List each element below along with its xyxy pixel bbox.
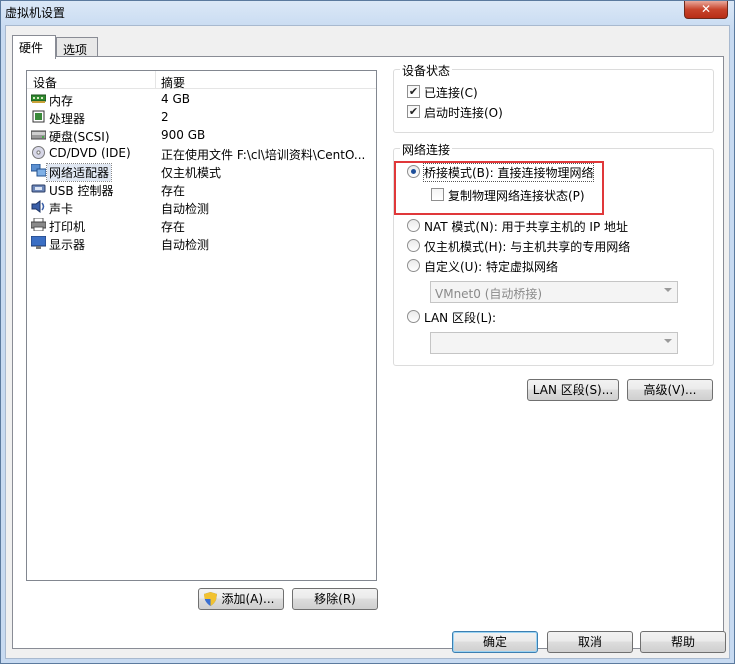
custom-radio[interactable]: [407, 259, 420, 272]
device-row-processor[interactable]: 处理器 2: [27, 108, 376, 126]
device-row-memory[interactable]: 内存 4 GB: [27, 90, 376, 108]
lan-segments-button[interactable]: LAN 区段(S)...: [527, 379, 619, 401]
device-summary: 存在: [161, 184, 186, 198]
device-summary: 仅主机模式: [161, 166, 222, 180]
title-bar: 虚拟机设置 ✕: [1, 1, 734, 25]
device-row-printer[interactable]: 打印机 存在: [27, 216, 376, 234]
cancel-button[interactable]: 取消: [547, 631, 633, 653]
connected-label[interactable]: 已连接(C): [424, 84, 478, 101]
sound-card-icon: [31, 200, 45, 213]
device-summary: 900 GB: [161, 128, 206, 142]
lan-segment-select[interactable]: [430, 332, 678, 354]
add-device-label: 添加(A)...: [221, 592, 275, 606]
chevron-down-icon: [664, 339, 672, 343]
device-name: CD/DVD (IDE): [49, 146, 131, 160]
device-name: 处理器: [49, 112, 86, 126]
highlight-box: [394, 161, 604, 215]
custom-network-select[interactable]: VMnet0 (自动桥接): [430, 281, 678, 303]
device-row-display[interactable]: 显示器 自动检测: [27, 234, 376, 252]
device-row-sound[interactable]: 声卡 自动检测: [27, 198, 376, 216]
device-summary: 自动检测: [161, 238, 210, 252]
lan-segment-radio[interactable]: [407, 310, 420, 323]
usb-icon: [31, 184, 46, 193]
column-header-summary[interactable]: 摘要: [161, 74, 185, 91]
printer-icon: [31, 218, 46, 231]
device-summary: 2: [161, 110, 169, 124]
device-summary: 自动检测: [161, 202, 210, 216]
device-row-cd-dvd[interactable]: CD/DVD (IDE) 正在使用文件 F:\cl\培训资料\CentO...: [27, 144, 376, 162]
harddisk-icon: [31, 130, 46, 140]
device-name: 网络适配器: [45, 163, 113, 182]
nat-radio[interactable]: [407, 219, 420, 232]
connect-on-start-checkbox[interactable]: ✔: [407, 105, 420, 118]
dialog-body: 硬件 选项 设备 摘要 内存 4 GB 处理器 2 硬盘(SCSI) 900 G…: [5, 25, 730, 659]
device-row-usb[interactable]: USB 控制器 存在: [27, 180, 376, 198]
device-list[interactable]: 设备 摘要 内存 4 GB 处理器 2 硬盘(SCSI) 900 GB CD/D…: [26, 70, 377, 581]
custom-label[interactable]: 自定义(U): 特定虚拟网络: [424, 258, 558, 275]
network-connection-title: 网络连接: [400, 141, 453, 158]
device-name: 硬盘(SCSI): [49, 130, 110, 144]
lan-segment-label[interactable]: LAN 区段(L):: [424, 309, 496, 326]
connected-checkbox[interactable]: ✔: [407, 85, 420, 98]
tab-hardware[interactable]: 硬件: [12, 35, 56, 59]
remove-device-button[interactable]: 移除(R): [292, 588, 378, 610]
connect-on-start-label[interactable]: 启动时连接(O): [424, 104, 503, 121]
device-row-network-adapter[interactable]: 网络适配器 仅主机模式: [27, 162, 376, 182]
tab-hardware-label: 硬件: [19, 41, 44, 55]
chevron-down-icon: [664, 288, 672, 292]
device-status-title: 设备状态: [400, 62, 453, 79]
list-header: 设备 摘要: [27, 71, 376, 91]
advanced-button[interactable]: 高级(V)...: [627, 379, 713, 401]
ok-button[interactable]: 确定: [452, 631, 538, 653]
close-button[interactable]: ✕: [684, 1, 728, 19]
device-status-group: 设备状态 ✔ 已连接(C) ✔ 启动时连接(O): [393, 62, 714, 133]
device-name: 声卡: [49, 202, 74, 216]
host-only-radio[interactable]: [407, 239, 420, 252]
host-only-label[interactable]: 仅主机模式(H): 与主机共享的专用网络: [424, 238, 630, 255]
network-adapter-icon: [31, 164, 46, 177]
device-summary: 存在: [161, 220, 186, 234]
column-header-device[interactable]: 设备: [33, 74, 57, 91]
memory-icon: [31, 94, 46, 103]
device-name: USB 控制器: [49, 184, 114, 198]
vm-settings-window: 虚拟机设置 ✕ 硬件 选项 设备 摘要 内存 4 GB 处理器 2 硬盘(SCS…: [0, 0, 735, 664]
add-device-button[interactable]: 添加(A)...: [198, 588, 284, 610]
tab-options-label: 选项: [63, 43, 88, 57]
custom-network-value: VMnet0 (自动桥接): [435, 287, 543, 301]
device-summary: 4 GB: [161, 92, 190, 106]
shield-icon: [204, 592, 217, 606]
nat-label[interactable]: NAT 模式(N): 用于共享主机的 IP 地址: [424, 218, 628, 235]
window-title: 虚拟机设置: [5, 6, 66, 20]
device-name: 内存: [49, 94, 74, 108]
device-summary: 正在使用文件 F:\cl\培训资料\CentO...: [161, 148, 366, 162]
device-name: 显示器: [49, 238, 86, 252]
device-row-harddisk[interactable]: 硬盘(SCSI) 900 GB: [27, 126, 376, 144]
cd-dvd-icon: [32, 146, 45, 159]
column-divider[interactable]: [155, 71, 156, 89]
help-button[interactable]: 帮助: [640, 631, 726, 653]
display-icon: [31, 236, 46, 249]
device-name: 打印机: [49, 220, 86, 234]
tab-options[interactable]: 选项: [56, 37, 98, 57]
hardware-panel: 设备 摘要 内存 4 GB 处理器 2 硬盘(SCSI) 900 GB CD/D…: [12, 56, 724, 649]
processor-icon: [32, 110, 45, 123]
